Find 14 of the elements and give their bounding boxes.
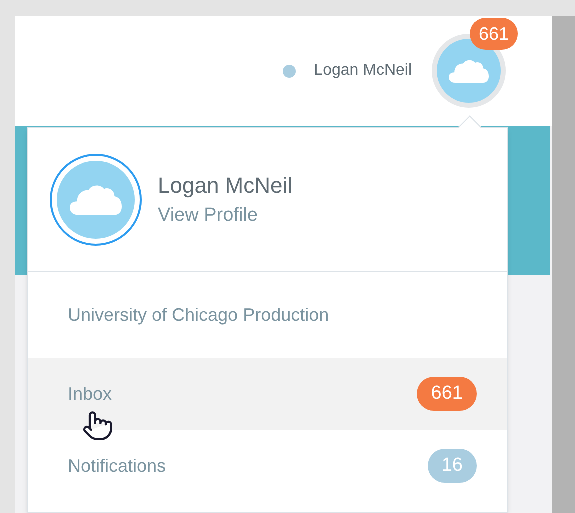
- notification-badge: 661: [470, 18, 518, 50]
- count-badge: 16: [428, 449, 477, 483]
- menu-item-label: Inbox: [68, 382, 112, 406]
- profile-name: Logan McNeil: [158, 172, 293, 200]
- menu-item-label: Notifications: [68, 454, 166, 478]
- count-badge: 661: [417, 377, 477, 411]
- menu-item[interactable]: University of Chicago Production: [28, 272, 507, 358]
- menu-item-label: University of Chicago Production: [68, 304, 330, 327]
- menu-item[interactable]: Notifications 16: [28, 430, 507, 502]
- cloud-icon: [70, 184, 122, 216]
- cloud-icon: [449, 59, 489, 83]
- hand-cursor-icon: [82, 410, 114, 442]
- view-profile-link[interactable]: View Profile: [158, 202, 293, 230]
- user-name: Logan McNeil: [314, 61, 412, 81]
